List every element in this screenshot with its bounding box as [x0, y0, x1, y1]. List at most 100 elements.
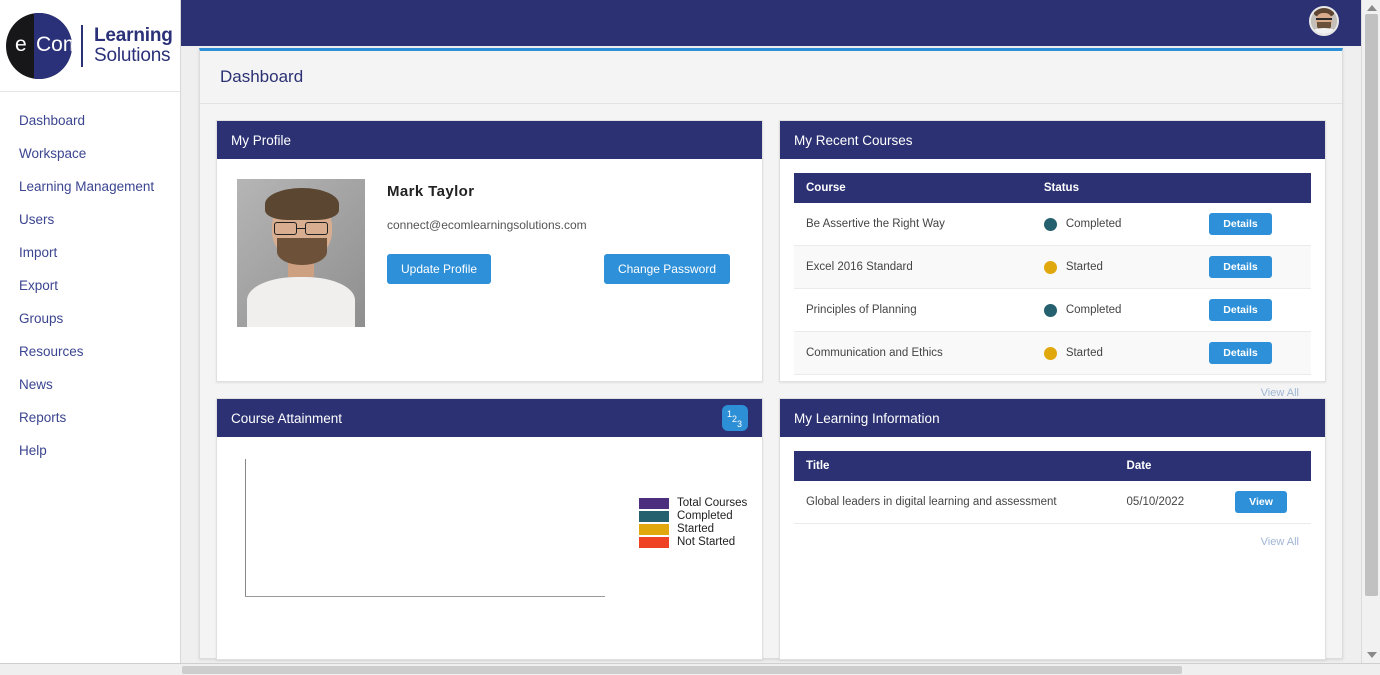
logo-letter-com: Com [36, 33, 72, 57]
course-name: Excel 2016 Standard [794, 246, 1032, 289]
sidebar-item-help[interactable]: Help [0, 434, 180, 467]
brand-line-1: Learning [94, 26, 173, 46]
legend-swatch-icon [639, 537, 669, 548]
legend-label: Not Started [677, 536, 735, 548]
badge-digit-3: 3 [737, 420, 742, 429]
table-row: Principles of Planning Completed Details [794, 289, 1311, 332]
my-profile-title: My Profile [231, 133, 291, 148]
course-attainment-card-body: 15 5 [217, 437, 762, 659]
learning-information-table: Title Date Global leaders in digital lea… [794, 451, 1311, 524]
column-header-status: Status [1032, 173, 1197, 203]
legend-label: Total Courses [677, 497, 747, 509]
recent-courses-table: Course Status Be Assertive the Right Way [794, 173, 1311, 375]
table-row: Excel 2016 Standard Started Details [794, 246, 1311, 289]
legend-swatch-icon [639, 524, 669, 535]
ecom-circle-logo-icon: e Com [6, 13, 72, 79]
dashboard-panel: Dashboard My Profile [199, 48, 1343, 659]
chart-plot-area: 15 5 [245, 459, 615, 609]
status-dot-icon [1044, 347, 1057, 360]
profile-email: connect@ecomlearningsolutions.com [387, 218, 748, 232]
sidebar-nav: Dashboard Workspace Learning Management … [0, 92, 180, 467]
course-status-cell: Completed [1032, 203, 1197, 246]
bar-chart: 15 5 [231, 451, 748, 651]
sidebar-item-users[interactable]: Users [0, 203, 180, 236]
legend-item-total-courses: Total Courses [639, 497, 747, 509]
my-learning-information-card-header: My Learning Information [780, 399, 1325, 437]
details-button[interactable]: Details [1209, 299, 1271, 321]
sidebar-item-resources[interactable]: Resources [0, 335, 180, 368]
my-recent-courses-card-body: Course Status Be Assertive the Right Way [780, 159, 1325, 381]
horizontal-scrollbar-thumb[interactable] [182, 666, 1182, 674]
brand-wordmark: Learning Solutions [94, 26, 173, 66]
status-dot-icon [1044, 304, 1057, 317]
vertical-scrollbar-thumb[interactable] [1365, 14, 1378, 596]
vertical-scrollbar[interactable] [1361, 0, 1380, 663]
scroll-up-arrow-icon[interactable] [1367, 5, 1377, 11]
sidebar-item-learning-management[interactable]: Learning Management [0, 170, 180, 203]
view-all-courses-link[interactable]: View All [794, 375, 1311, 399]
sidebar-item-news[interactable]: News [0, 368, 180, 401]
view-button[interactable]: View [1235, 491, 1287, 513]
learning-item-date: 05/10/2022 [1115, 481, 1224, 524]
change-password-button[interactable]: Change Password [604, 254, 730, 284]
profile-name: Mark Taylor [387, 183, 748, 200]
column-header-date: Date [1115, 451, 1224, 481]
my-recent-courses-title: My Recent Courses [794, 133, 913, 148]
column-header-title: Title [794, 451, 1115, 481]
top-header-bar [181, 0, 1361, 46]
table-row: Communication and Ethics Started Details [794, 332, 1311, 375]
sidebar-item-export[interactable]: Export [0, 269, 180, 302]
horizontal-scrollbar[interactable] [0, 663, 1380, 675]
update-profile-button[interactable]: Update Profile [387, 254, 491, 284]
page-title: Dashboard [200, 51, 1342, 104]
bar-value-label: 7 [432, 601, 491, 612]
table-header-row: Course Status [794, 173, 1311, 203]
course-name: Principles of Planning [794, 289, 1032, 332]
sidebar-item-groups[interactable]: Groups [0, 302, 180, 335]
legend-label: Completed [677, 510, 733, 522]
course-attainment-card-header: Course Attainment 1 2 3 [217, 399, 762, 437]
status-label: Started [1066, 261, 1103, 273]
course-name: Communication and Ethics [794, 332, 1032, 375]
view-all-learning-link[interactable]: View All [794, 524, 1311, 548]
learning-item-title: Global leaders in digital learning and a… [794, 481, 1115, 524]
bar-value-label: 3 [518, 601, 577, 612]
status-dot-icon [1044, 218, 1057, 231]
chart-legend: Total Courses Completed Started [615, 459, 747, 651]
column-header-course: Course [794, 173, 1032, 203]
scroll-down-arrow-icon[interactable] [1367, 652, 1377, 658]
details-button[interactable]: Details [1209, 342, 1271, 364]
my-profile-card-header: My Profile [217, 121, 762, 159]
status-label: Started [1066, 347, 1103, 359]
course-attainment-card: Course Attainment 1 2 3 [216, 398, 763, 660]
details-button[interactable]: Details [1209, 213, 1271, 235]
details-button[interactable]: Details [1209, 256, 1271, 278]
legend-item-not-started: Not Started [639, 536, 747, 548]
sidebar-item-dashboard[interactable]: Dashboard [0, 104, 180, 137]
brand-line-2: Solutions [94, 46, 173, 66]
sidebar-item-reports[interactable]: Reports [0, 401, 180, 434]
profile-photo [237, 179, 365, 327]
bar-value-label: 5 [346, 601, 405, 612]
logo-letter-e: e [15, 33, 27, 57]
my-learning-information-card-body: Title Date Global leaders in digital lea… [780, 437, 1325, 659]
avatar-face [1311, 8, 1337, 34]
status-dot-icon [1044, 261, 1057, 274]
sidebar-item-import[interactable]: Import [0, 236, 180, 269]
course-status-cell: Completed [1032, 289, 1197, 332]
course-attainment-title: Course Attainment [231, 411, 342, 426]
legend-item-completed: Completed [639, 510, 747, 522]
dashboard-grid: My Profile Mark Taylor [200, 104, 1342, 660]
course-status-cell: Started [1032, 246, 1197, 289]
table-header-row: Title Date [794, 451, 1311, 481]
bar-value-label: 15 [260, 601, 319, 612]
sidebar-item-workspace[interactable]: Workspace [0, 137, 180, 170]
numbers-123-icon[interactable]: 1 2 3 [722, 405, 748, 431]
status-label: Completed [1066, 218, 1122, 230]
application-root: e Com Learning Solutions Dashboard Works… [0, 0, 1380, 675]
brand-logo[interactable]: e Com Learning Solutions [0, 0, 180, 92]
logo-divider [81, 25, 83, 67]
my-profile-card: My Profile Mark Taylor [216, 120, 763, 382]
user-avatar-icon[interactable] [1309, 6, 1339, 36]
my-learning-information-title: My Learning Information [794, 411, 940, 426]
